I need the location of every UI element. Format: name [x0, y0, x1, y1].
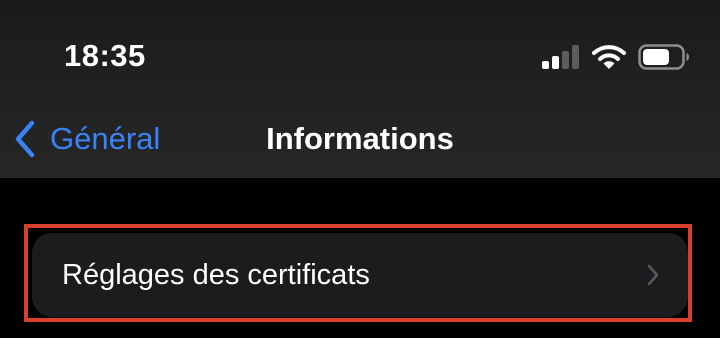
wifi-icon	[592, 45, 626, 69]
settings-list: Réglages des certificats	[0, 178, 720, 338]
page-title: Informations	[266, 121, 454, 156]
list-item-certificate-settings[interactable]: Réglages des certificats	[32, 233, 688, 317]
chevron-right-icon	[647, 264, 659, 286]
status-icons	[542, 42, 690, 72]
status-time: 18:35	[64, 38, 146, 73]
list-item-label: Réglages des certificats	[62, 258, 370, 291]
top-bar: 18:35 Général Informations	[0, 0, 720, 178]
battery-icon	[638, 44, 689, 70]
cellular-signal-icon	[542, 45, 579, 69]
